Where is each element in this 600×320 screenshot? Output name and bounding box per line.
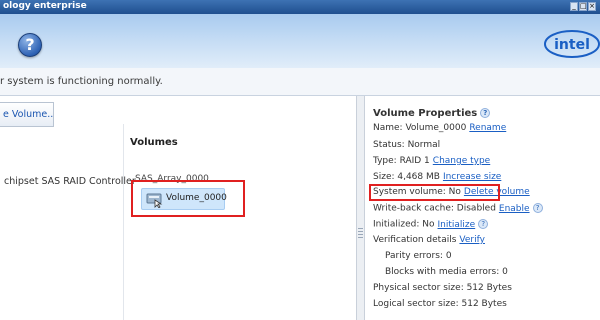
change-type-link[interactable]: Change type	[433, 156, 490, 166]
panel-splitter[interactable]	[356, 96, 365, 320]
intel-logo: intel	[544, 30, 600, 58]
help-icon[interactable]: ?	[18, 33, 42, 57]
storage-view: e Volume... Volumes chipset SAS RAID Con…	[0, 96, 356, 320]
splitter-grip-icon[interactable]	[358, 228, 363, 240]
prop-size: Size: 4,468 MB Increase size	[373, 172, 501, 182]
minimize-button[interactable]: _	[570, 2, 578, 11]
window-controls: _ □ ×	[570, 2, 596, 12]
column-divider	[123, 124, 124, 320]
prop-logical-sector: Logical sector size: 512 Bytes	[373, 299, 507, 309]
verify-link[interactable]: Verify	[459, 235, 485, 245]
prop-size-label: Size: 4,468 MB	[373, 172, 440, 182]
intel-logo-text: intel	[554, 37, 590, 53]
increase-size-link[interactable]: Increase size	[443, 172, 501, 182]
prop-initialized: Initialized: No Initialize?	[373, 219, 489, 230]
close-button[interactable]: ×	[588, 2, 596, 11]
volume-properties-panel: Volume Properties? Name: Volume_0000 Rena…	[365, 96, 600, 320]
prop-name: Name: Volume_0000 Rename	[373, 123, 506, 133]
create-volume-button[interactable]: e Volume...	[0, 102, 54, 127]
prop-type: Type: RAID 1 Change type	[373, 156, 490, 166]
window-titlebar: ology enterprise _ □ ×	[0, 0, 600, 14]
volume-item[interactable]: Volume_0000	[141, 188, 227, 210]
maximize-button[interactable]: □	[579, 2, 587, 11]
write-back-help-icon[interactable]: ?	[532, 203, 543, 213]
prop-blocks-media-errors: Blocks with media errors: 0	[385, 267, 508, 277]
properties-title-text: Volume Properties	[373, 108, 478, 119]
app-banner: ? intel	[0, 14, 600, 68]
volume-name: Volume_0000	[166, 193, 227, 203]
prop-verification-label: Verification details	[373, 235, 457, 245]
rename-link[interactable]: Rename	[469, 123, 506, 133]
volumes-column-header: Volumes	[130, 137, 178, 148]
status-bar: r system is functioning normally.	[0, 68, 600, 96]
delete-volume-link[interactable]: Delete volume	[464, 187, 530, 197]
prop-initialized-label: Initialized: No	[373, 219, 435, 230]
enable-cache-link[interactable]: Enable	[499, 204, 530, 214]
prop-parity-errors: Parity errors: 0	[385, 251, 452, 261]
array-label[interactable]: SAS_Array_0000	[135, 174, 209, 184]
controller-label[interactable]: chipset SAS RAID Controller	[4, 176, 136, 187]
prop-physical-sector: Physical sector size: 512 Bytes	[373, 283, 512, 293]
prop-name-label: Name: Volume_0000	[373, 123, 467, 133]
properties-title: Volume Properties?	[373, 108, 491, 119]
prop-type-label: Type: RAID 1	[373, 156, 430, 166]
volume-disk-icon	[146, 193, 163, 208]
prop-status: Status: Normal	[373, 140, 441, 150]
prop-write-back-label: Write-back cache: Disabled	[373, 203, 496, 214]
prop-write-back: Write-back cache: Disabled Enable?	[373, 203, 543, 214]
initialize-help-icon[interactable]: ?	[478, 219, 489, 229]
prop-system-volume: System volume: No Delete volume	[373, 187, 530, 197]
initialize-link[interactable]: Initialize	[438, 220, 476, 230]
status-message: r system is functioning normally.	[0, 76, 163, 87]
prop-verification: Verification details Verify	[373, 235, 485, 245]
prop-system-volume-label: System volume: No	[373, 187, 461, 197]
window-title: ology enterprise	[3, 1, 87, 11]
properties-help-icon[interactable]: ?	[480, 108, 491, 118]
